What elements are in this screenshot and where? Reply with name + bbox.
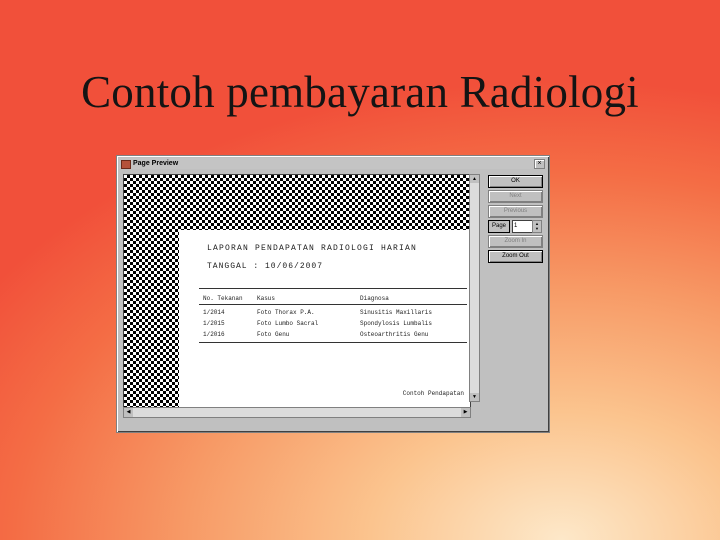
table-cell: Foto Genu (257, 331, 290, 338)
horizontal-scrollbar[interactable]: ◀ ▶ (123, 407, 471, 418)
page-spinner[interactable]: ▲ ▼ (532, 220, 542, 233)
table-cell: 1/2015 (203, 320, 225, 327)
window-titlebar[interactable]: Page Preview × (119, 158, 547, 169)
scroll-right-icon[interactable]: ▶ (461, 408, 470, 417)
header-rule (199, 304, 467, 305)
vertical-scrollbar[interactable]: ▲ ▼ (469, 174, 480, 402)
scroll-up-icon[interactable]: ▲ (470, 175, 479, 183)
table-bottom-rule (199, 342, 467, 343)
table-cell: 1/2016 (203, 331, 225, 338)
app-icon (121, 160, 131, 169)
report-date: TANGGAL : 10/06/2007 (207, 262, 324, 271)
spin-down-icon[interactable]: ▼ (533, 226, 541, 231)
page-button[interactable]: Page (488, 220, 510, 233)
table-cell: Osteoarthritis Genu (360, 331, 429, 338)
table-cell: Spondylosis Lumbalis (360, 320, 433, 327)
zoom-in-button[interactable]: Zoom In (488, 235, 543, 248)
next-button[interactable]: Next (488, 190, 543, 203)
page-preview-window: Page Preview × LAPORAN PENDAPATAN RADIOL… (116, 155, 550, 433)
scroll-down-icon[interactable]: ▼ (470, 393, 479, 401)
previous-button[interactable]: Previous (488, 205, 543, 218)
column-header: Kasus (257, 295, 276, 302)
zoom-out-button[interactable]: Zoom Out (488, 250, 543, 263)
report-footer: Contoh Pendapatan (402, 390, 464, 397)
column-header: Diagnosa (360, 295, 389, 302)
page-number-input[interactable]: 1 (512, 220, 533, 233)
close-button[interactable]: × (534, 159, 545, 169)
table-cell: Foto Thorax P.A. (257, 309, 315, 316)
table-top-rule (199, 288, 467, 289)
ok-button[interactable]: OK (488, 175, 543, 188)
table-cell: Sinusitis Maxillaris (360, 309, 433, 316)
window-title: Page Preview (133, 160, 179, 167)
column-header: No. Tekanan (203, 295, 243, 302)
table-cell: Foto Lumbo Sacral (257, 320, 319, 327)
preview-area[interactable]: LAPORAN PENDAPATAN RADIOLOGI HARIAN TANG… (123, 174, 471, 409)
table-cell: 1/2014 (203, 309, 225, 316)
scroll-left-icon[interactable]: ◀ (124, 408, 133, 417)
report-page: LAPORAN PENDAPATAN RADIOLOGI HARIAN TANG… (179, 230, 470, 408)
slide-title: Contoh pembayaran Radiologi (81, 67, 639, 117)
report-title: LAPORAN PENDAPATAN RADIOLOGI HARIAN (207, 244, 418, 253)
